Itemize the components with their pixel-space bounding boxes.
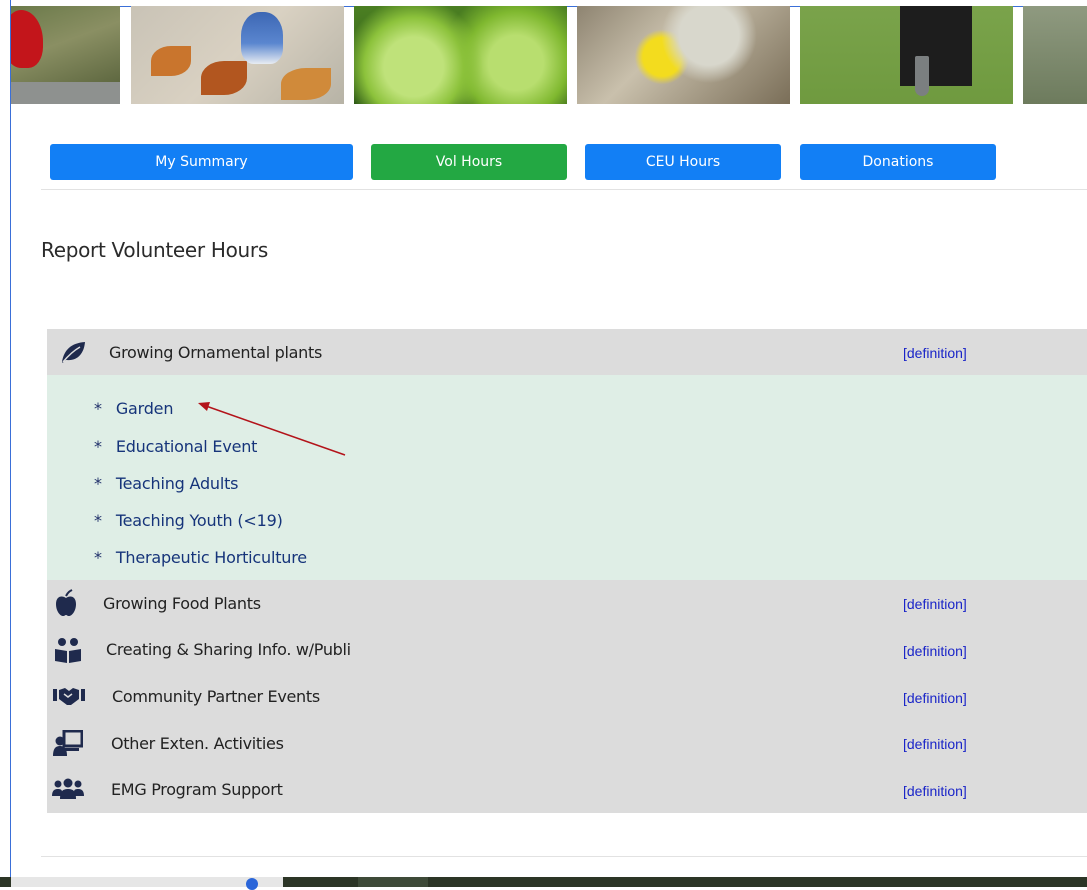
subitem-garden[interactable]: * Garden — [94, 399, 173, 418]
subitem-therapeutic-horticulture[interactable]: * Therapeutic Horticulture — [94, 548, 307, 567]
category-row-creating-sharing[interactable]: Creating & Sharing Info. w/Publi [defini… — [47, 627, 1087, 673]
leaf-icon — [59, 338, 87, 366]
definition-link[interactable]: [definition] — [903, 345, 967, 361]
category-label: Growing Ornamental plants — [109, 343, 323, 362]
bullet-star: * — [94, 474, 102, 493]
dandelion-spider-photo — [577, 6, 790, 104]
reading-people-icon — [54, 637, 82, 663]
definition-link[interactable]: [definition] — [903, 736, 967, 752]
autumn-leaf-shape — [151, 46, 191, 76]
category-label: Community Partner Events — [112, 687, 320, 706]
handshake-icon — [53, 685, 85, 707]
blue-jay-shape — [241, 12, 283, 64]
bullet-star: * — [94, 548, 102, 567]
window-left-border — [10, 0, 11, 887]
donations-button[interactable]: Donations — [800, 144, 996, 180]
subitem-label: Educational Event — [115, 437, 258, 456]
app-icon[interactable] — [246, 878, 258, 890]
ornamental-subitems-panel: * Garden * Educational Event * Teaching Adu… — [47, 375, 1087, 580]
category-row-food-plants[interactable]: Growing Food Plants [definition] — [47, 580, 1087, 627]
category-row-emg-support[interactable]: EMG Program Support [definition] — [47, 766, 1087, 813]
bullet-star: * — [94, 511, 102, 530]
category-row-community-partner[interactable]: Community Partner Events [definition] — [47, 673, 1087, 720]
cardinal-photo — [11, 6, 120, 104]
category-row-ornamental[interactable]: Growing Ornamental plants [definition] — [47, 329, 1087, 375]
page-title: Report Volunteer Hours — [41, 238, 268, 262]
users-icon — [52, 778, 84, 800]
my-summary-button[interactable]: My Summary — [50, 144, 353, 180]
divider — [41, 189, 1087, 190]
vol-hours-button[interactable]: Vol Hours — [371, 144, 567, 180]
banner-photo-strip — [11, 6, 1087, 104]
autumn-leaf-shape — [201, 61, 247, 95]
subitem-label: Teaching Youth (<19) — [115, 511, 283, 530]
category-list: Growing Ornamental plants [definition] *… — [47, 329, 1087, 813]
category-row-other-exten[interactable]: Other Exten. Activities [definition] — [47, 720, 1087, 766]
subitem-teaching-youth[interactable]: * Teaching Youth (<19) — [94, 511, 283, 530]
category-label: EMG Program Support — [111, 780, 283, 799]
taskbar-segment — [11, 877, 283, 887]
taskbar-segment — [358, 877, 428, 887]
compost-shovel-photo — [800, 6, 1013, 104]
divider — [41, 856, 1087, 857]
taskbar — [0, 877, 1087, 890]
garden-photo — [1023, 6, 1087, 104]
category-label: Creating & Sharing Info. w/Publi — [106, 640, 351, 659]
bullet-star: * — [94, 399, 102, 418]
blue-jay-photo — [131, 6, 344, 104]
definition-link[interactable]: [definition] — [903, 783, 967, 799]
subitem-educational-event[interactable]: * Educational Event — [94, 437, 257, 456]
definition-link[interactable]: [definition] — [903, 643, 967, 659]
autumn-leaf-shape — [281, 68, 331, 100]
apple-icon — [53, 589, 79, 617]
subitem-label: Garden — [115, 399, 174, 418]
category-label: Growing Food Plants — [103, 594, 261, 613]
definition-link[interactable]: [definition] — [903, 690, 967, 706]
category-label: Other Exten. Activities — [111, 734, 284, 753]
presenter-icon — [53, 730, 83, 756]
bullet-star: * — [94, 437, 102, 456]
subitem-teaching-adults[interactable]: * Teaching Adults — [94, 474, 239, 493]
green-tomatoes-photo — [354, 6, 567, 104]
subitem-label: Therapeutic Horticulture — [115, 548, 307, 567]
subitem-label: Teaching Adults — [115, 474, 239, 493]
definition-link[interactable]: [definition] — [903, 596, 967, 612]
ceu-hours-button[interactable]: CEU Hours — [585, 144, 781, 180]
